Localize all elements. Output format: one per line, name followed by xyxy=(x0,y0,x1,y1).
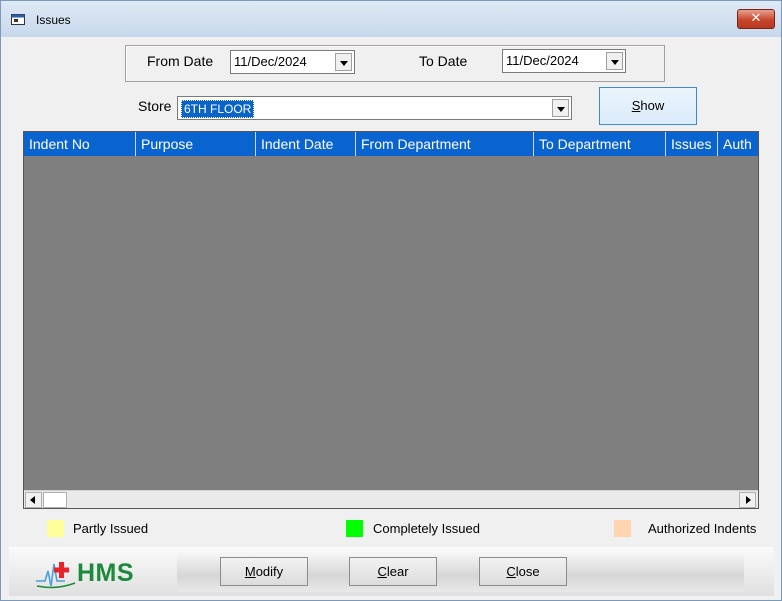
chevron-down-icon[interactable] xyxy=(335,53,352,71)
window-title: Issues xyxy=(36,13,71,27)
modify-button[interactable]: Modify xyxy=(220,557,308,586)
to-date-value: 11/Dec/2024 xyxy=(506,53,579,68)
issues-window: Issues ✕ From Date 11/Dec/2024 To Date 1… xyxy=(0,0,782,601)
chevron-down-icon[interactable] xyxy=(552,99,569,117)
scroll-right-icon[interactable] xyxy=(739,492,756,508)
legend-label-completely-issued: Completely Issued xyxy=(373,521,480,536)
legend-swatch-completely-issued xyxy=(346,520,363,537)
close-window-button[interactable]: ✕ xyxy=(737,9,775,29)
grid-header: Indent No Purpose Indent Date From Depar… xyxy=(24,132,758,156)
show-button[interactable]: Show xyxy=(599,87,697,125)
hospital-cross-logo-icon xyxy=(36,562,76,589)
horizontal-scrollbar[interactable] xyxy=(24,490,758,508)
issues-grid[interactable]: Indent No Purpose Indent Date From Depar… xyxy=(23,131,759,509)
scroll-left-icon[interactable] xyxy=(25,492,42,508)
store-select[interactable]: 6TH FLOOR xyxy=(177,96,572,120)
legend-swatch-authorized-indents xyxy=(614,520,631,537)
column-header-purpose[interactable]: Purpose xyxy=(136,132,256,156)
store-selected-value: 6TH FLOOR xyxy=(181,100,255,118)
to-date-label: To Date xyxy=(419,53,468,69)
column-header-indent-date[interactable]: Indent Date xyxy=(256,132,356,156)
legend-label-authorized-indents: Authorized Indents xyxy=(648,521,757,536)
store-label: Store xyxy=(138,98,172,114)
hms-logo: HMS xyxy=(35,557,155,591)
column-header-to-department[interactable]: To Department xyxy=(534,132,666,156)
from-date-value: 11/Dec/2024 xyxy=(234,54,307,69)
from-date-label: From Date xyxy=(147,53,214,69)
legend-swatch-partly-issued xyxy=(47,520,64,537)
window-icon xyxy=(11,14,25,25)
logo-text: HMS xyxy=(77,559,135,587)
clear-button[interactable]: Clear xyxy=(349,557,437,586)
close-button[interactable]: Close xyxy=(479,557,567,586)
legend-label-partly-issued: Partly Issued xyxy=(73,521,149,536)
column-header-issues[interactable]: Issues xyxy=(666,132,718,156)
column-header-from-department[interactable]: From Department xyxy=(356,132,534,156)
from-date-picker[interactable]: 11/Dec/2024 xyxy=(230,50,355,74)
column-header-indent-no[interactable]: Indent No xyxy=(24,132,136,156)
chevron-down-icon[interactable] xyxy=(606,52,623,70)
column-header-auth[interactable]: Auth xyxy=(718,132,758,156)
scrollbar-thumb[interactable] xyxy=(43,492,67,508)
close-icon: ✕ xyxy=(750,11,762,26)
title-bar[interactable]: Issues ✕ xyxy=(1,1,781,37)
to-date-picker[interactable]: 11/Dec/2024 xyxy=(502,49,626,73)
